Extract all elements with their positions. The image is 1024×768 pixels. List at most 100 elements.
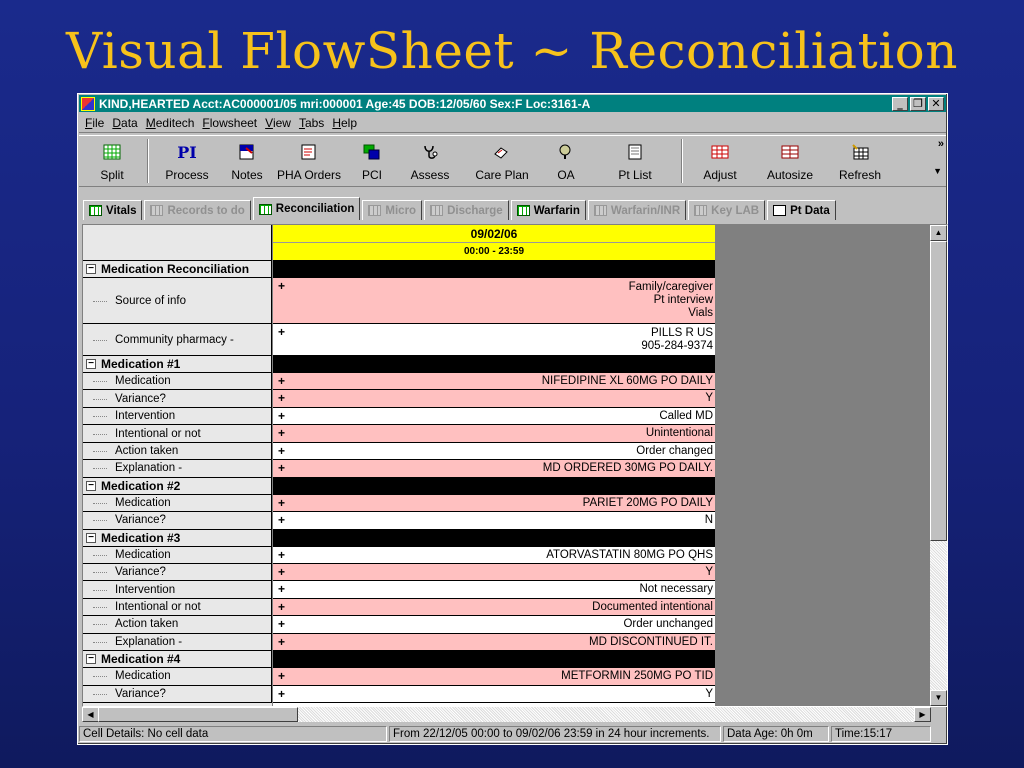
- data-cell[interactable]: + Y: [273, 563, 715, 582]
- data-cell[interactable]: + Unintentional: [273, 425, 715, 443]
- notes-button[interactable]: Notes: [223, 136, 271, 186]
- group-row-label[interactable]: − Medication #2: [83, 477, 272, 495]
- tab-warfarin[interactable]: Warfarin: [510, 200, 586, 220]
- row-label[interactable]: Variance?: [83, 512, 272, 530]
- expand-plus-icon[interactable]: +: [278, 445, 285, 457]
- toolbar-more-icon[interactable]: »: [938, 138, 944, 150]
- menu-meditech[interactable]: Meditech: [146, 116, 195, 130]
- tab-reconciliation[interactable]: Reconciliation: [252, 197, 361, 220]
- row-label[interactable]: Intervention: [83, 581, 272, 599]
- expand-plus-icon[interactable]: +: [278, 326, 285, 338]
- process-button[interactable]: PI Process: [151, 136, 223, 186]
- pha-orders-button[interactable]: PHA Orders: [271, 136, 347, 186]
- data-cell[interactable]: + Order changed: [273, 442, 715, 461]
- menu-data[interactable]: Data: [112, 116, 137, 130]
- collapse-icon[interactable]: −: [86, 359, 96, 369]
- close-button[interactable]: ✕: [928, 96, 944, 111]
- expand-plus-icon[interactable]: +: [278, 497, 285, 509]
- expand-plus-icon[interactable]: +: [278, 375, 285, 387]
- tab-vitals[interactable]: Vitals: [83, 200, 143, 220]
- data-cell[interactable]: + Not necessary: [273, 581, 715, 599]
- expand-plus-icon[interactable]: +: [278, 566, 285, 578]
- horizontal-scrollbar[interactable]: ◀ ▶: [82, 707, 931, 722]
- data-cell[interactable]: + MD ORDERED 30MG PO DAILY.: [273, 460, 715, 478]
- expand-plus-icon[interactable]: +: [278, 601, 285, 613]
- menu-flowsheet[interactable]: Flowsheet: [202, 116, 257, 130]
- pt-list-button[interactable]: Pt List: [591, 136, 679, 186]
- assess-button[interactable]: Assess: [397, 136, 463, 186]
- collapse-icon[interactable]: −: [86, 264, 96, 274]
- group-row-label[interactable]: − Medication #4: [83, 651, 272, 669]
- collapse-icon[interactable]: −: [86, 532, 96, 543]
- tab-records-to-do[interactable]: Records to do: [144, 200, 251, 220]
- expand-plus-icon[interactable]: +: [278, 514, 285, 526]
- expand-plus-icon[interactable]: +: [278, 462, 285, 474]
- data-cell[interactable]: + ATORVASTATIN 80MG PO QHS: [273, 546, 715, 564]
- row-label[interactable]: Source of info: [83, 278, 272, 324]
- menu-file[interactable]: File: [85, 116, 104, 130]
- row-label[interactable]: Explanation -: [83, 460, 272, 478]
- autosize-button[interactable]: Autosize: [755, 136, 825, 186]
- tab-pt-data[interactable]: Pt Data: [767, 200, 836, 220]
- expand-plus-icon[interactable]: +: [278, 280, 285, 292]
- group-row-label[interactable]: − Medication #3: [83, 529, 272, 547]
- data-cell[interactable]: + Family/caregiver Pt interview Vials: [273, 278, 715, 324]
- tab-micro[interactable]: Micro: [362, 200, 423, 220]
- collapse-icon[interactable]: −: [86, 480, 96, 491]
- expand-plus-icon[interactable]: +: [278, 583, 285, 595]
- data-cell[interactable]: + MD DISCONTINUED IT.: [273, 633, 715, 652]
- minimize-button[interactable]: _: [892, 96, 908, 111]
- data-cell[interactable]: + Y: [273, 390, 715, 408]
- data-cell[interactable]: + Documented intentional: [273, 598, 715, 617]
- data-cell[interactable]: + METFORMIN 250MG PO TID: [273, 668, 715, 686]
- row-label[interactable]: Medication: [83, 494, 272, 513]
- menu-tabs[interactable]: Tabs: [299, 116, 324, 130]
- row-label[interactable]: Variance?: [83, 685, 272, 703]
- refresh-button[interactable]: Refresh: [825, 136, 895, 186]
- row-label[interactable]: Medication: [83, 668, 272, 686]
- scroll-down-icon[interactable]: ▼: [930, 690, 947, 706]
- data-cell[interactable]: + Called MD: [273, 407, 715, 426]
- split-button[interactable]: Split: [79, 136, 145, 186]
- toolbar-dropdown-icon[interactable]: ▼: [933, 166, 942, 176]
- pci-button[interactable]: PCI: [347, 136, 397, 186]
- row-label[interactable]: Intentional or not: [83, 598, 272, 617]
- group-row-label[interactable]: − Medication #1: [83, 356, 272, 373]
- row-label[interactable]: Medication: [83, 546, 272, 564]
- expand-plus-icon[interactable]: +: [278, 618, 285, 630]
- care-plan-button[interactable]: Care Plan: [463, 136, 541, 186]
- data-cell[interactable]: + PARIET 20MG PO DAILY: [273, 494, 715, 513]
- data-cell[interactable]: + PILLS R US 905-284-9374: [273, 324, 715, 356]
- window-titlebar[interactable]: KIND,HEARTED Acct:AC000001/05 mri:000001…: [79, 95, 946, 112]
- data-cell[interactable]: + Y: [273, 685, 715, 703]
- adjust-button[interactable]: Adjust: [685, 136, 755, 186]
- row-label[interactable]: Community pharmacy -: [83, 324, 272, 356]
- scroll-right-icon[interactable]: ▶: [914, 707, 931, 722]
- vertical-scroll-thumb[interactable]: [930, 241, 947, 541]
- group-row-label[interactable]: − Medication Reconciliation: [83, 261, 272, 278]
- expand-plus-icon[interactable]: +: [278, 410, 285, 422]
- column-date-header[interactable]: 09/02/06: [273, 225, 715, 243]
- scroll-up-icon[interactable]: ▲: [930, 225, 947, 241]
- data-cell[interactable]: + Order unchanged: [273, 616, 715, 634]
- expand-plus-icon[interactable]: +: [278, 670, 285, 682]
- expand-plus-icon[interactable]: +: [278, 688, 285, 700]
- expand-plus-icon[interactable]: +: [278, 549, 285, 561]
- tab-key-lab[interactable]: Key LAB: [688, 200, 766, 220]
- row-label[interactable]: Medication: [83, 373, 272, 391]
- expand-plus-icon[interactable]: +: [278, 392, 285, 404]
- row-label[interactable]: Variance?: [83, 563, 272, 582]
- vertical-scrollbar[interactable]: ▲ ▼: [930, 225, 947, 706]
- collapse-icon[interactable]: −: [86, 654, 96, 665]
- row-label[interactable]: Intervention: [83, 407, 272, 426]
- data-cell[interactable]: + NIFEDIPINE XL 60MG PO DAILY: [273, 373, 715, 391]
- tab-discharge[interactable]: Discharge: [424, 200, 509, 220]
- menu-view[interactable]: View: [265, 116, 291, 130]
- expand-plus-icon[interactable]: +: [278, 636, 285, 648]
- row-label[interactable]: Intentional or not: [83, 425, 272, 443]
- scroll-left-icon[interactable]: ◀: [82, 707, 99, 722]
- expand-plus-icon[interactable]: +: [278, 427, 285, 439]
- horizontal-scroll-thumb[interactable]: [98, 707, 298, 722]
- row-label[interactable]: Action taken: [83, 442, 272, 461]
- restore-button[interactable]: ❐: [910, 96, 926, 111]
